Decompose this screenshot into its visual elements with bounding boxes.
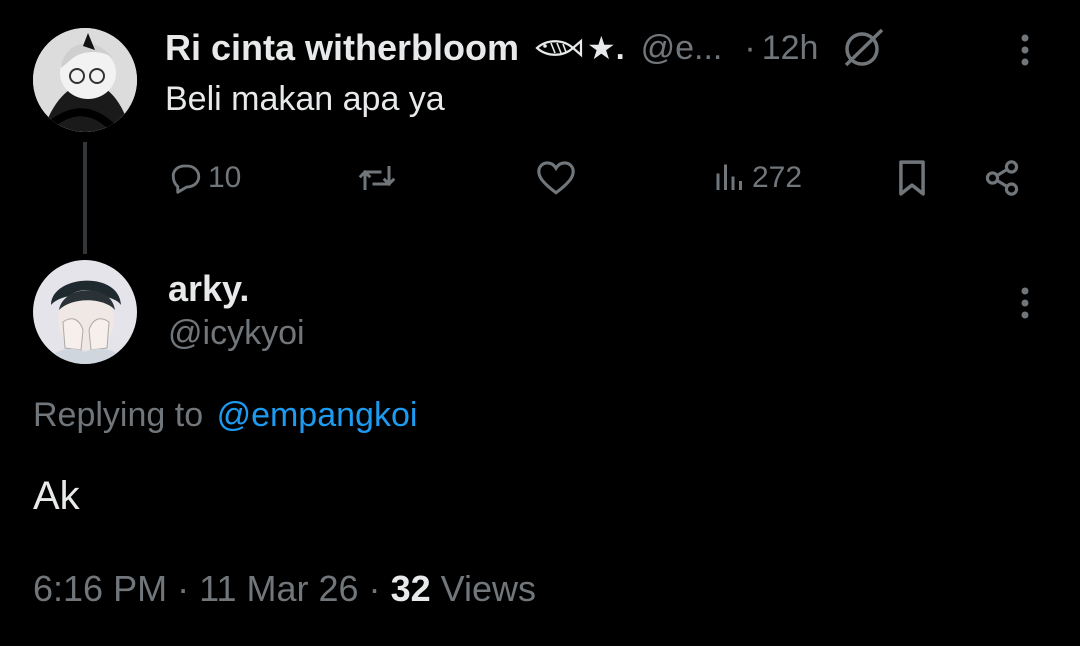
parent-header: Ri cinta witherbloom ★. @e... · 12h bbox=[165, 24, 985, 72]
parent-avatar[interactable] bbox=[33, 28, 137, 132]
share-icon bbox=[985, 160, 1019, 196]
replying-to: Replying to @empangkoi bbox=[33, 396, 417, 435]
analytics-icon bbox=[716, 164, 742, 190]
reply-handle[interactable]: @icykyoi bbox=[168, 314, 305, 353]
reply-display-name[interactable]: arky. bbox=[168, 268, 249, 310]
replying-to-handle[interactable]: @empangkoi bbox=[217, 396, 418, 434]
thread-line bbox=[83, 142, 87, 254]
parent-time[interactable]: 12h bbox=[762, 29, 819, 68]
reply-button[interactable]: 10 bbox=[168, 158, 241, 198]
parent-time-separator: · bbox=[744, 28, 756, 67]
parent-handle[interactable]: @e... bbox=[641, 29, 723, 68]
timestamp-separator: · bbox=[177, 568, 190, 609]
tweet-timestamp: 6:16 PM · 11 Mar 26 · 32 Views bbox=[33, 568, 536, 610]
reply-icon bbox=[171, 164, 201, 194]
share-button[interactable] bbox=[982, 158, 1022, 198]
heart-icon bbox=[537, 161, 575, 195]
parent-name-emoji: ★. bbox=[587, 30, 625, 66]
like-button[interactable] bbox=[536, 158, 576, 198]
reply-more-icon[interactable] bbox=[1016, 285, 1034, 321]
retweet-icon bbox=[358, 166, 396, 190]
timestamp-time[interactable]: 6:16 PM bbox=[33, 568, 167, 609]
parent-more-icon[interactable] bbox=[1016, 32, 1034, 68]
parent-tweet-text: Beli makan apa ya bbox=[165, 80, 445, 118]
fish-icon bbox=[533, 35, 583, 61]
reply-tweet-text: Ak bbox=[33, 474, 80, 518]
views-total[interactable]: 32 bbox=[391, 568, 431, 609]
views-count: 272 bbox=[752, 161, 803, 194]
parent-display-name[interactable]: Ri cinta witherbloom bbox=[165, 27, 519, 69]
replying-to-label: Replying to bbox=[33, 396, 204, 434]
bookmark-icon bbox=[899, 160, 925, 196]
views-label[interactable]: Views bbox=[441, 568, 536, 609]
reply-avatar[interactable] bbox=[33, 260, 137, 364]
timestamp-separator: · bbox=[368, 568, 381, 609]
retweet-button[interactable] bbox=[356, 158, 398, 198]
bookmark-button[interactable] bbox=[895, 158, 929, 198]
reply-count: 10 bbox=[208, 161, 242, 194]
grok-icon[interactable] bbox=[840, 28, 886, 68]
views-button[interactable]: 272 bbox=[712, 158, 802, 198]
timestamp-date[interactable]: 11 Mar 26 bbox=[199, 568, 358, 609]
